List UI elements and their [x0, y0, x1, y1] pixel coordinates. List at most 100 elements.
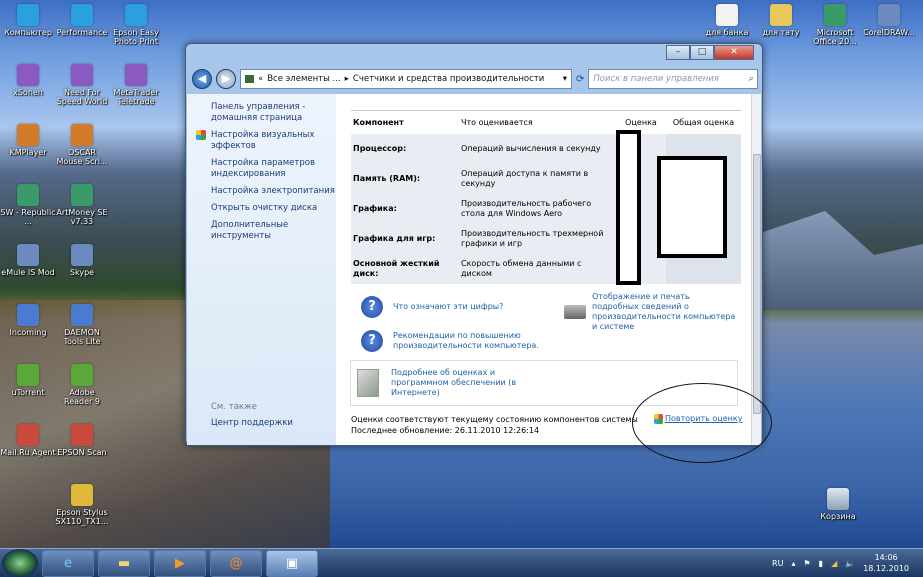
maximize-button[interactable]: □ [690, 45, 714, 60]
network-icon[interactable]: ◢ [831, 559, 837, 568]
link-more-online[interactable]: Подробнее об оценках и программном обесп… [391, 368, 526, 398]
hand-drawn-circle-annotation [632, 383, 772, 463]
clock[interactable]: 14:06 18.12.2010 [863, 552, 909, 574]
desktop-icon[interactable]: CorelDRAW... [862, 4, 916, 64]
desktop-icon-label: ArtMoney SE v7.33 [56, 208, 108, 226]
desktop-icon[interactable]: xSonen [0, 64, 56, 124]
refresh-icon[interactable]: ⟳ [576, 74, 584, 85]
desktop-icon[interactable]: Performance [54, 4, 110, 64]
component-description: Операций доступа к памяти в секунду [459, 164, 616, 194]
desktop-icon-label: SW - Republic ... [0, 208, 56, 226]
app-icon [71, 424, 93, 446]
breadcrumb-performance[interactable]: Счетчики и средства производительности [353, 74, 544, 84]
component-description: Операций вычисления в секунду [459, 134, 616, 164]
action-center-flag-icon[interactable]: ⚑ [803, 559, 810, 568]
link-print-details[interactable]: Отображение и печать подробных сведений … [592, 292, 737, 332]
link-cp-home[interactable]: Панель управления - домашняя страница [211, 102, 336, 124]
status-text: Оценки соответствуют текущему состоянию … [351, 415, 638, 424]
taskbar-ie[interactable]: e [42, 549, 94, 577]
desktop-icon[interactable]: OSCAR Mouse Scri... [54, 124, 110, 184]
taskbar-explorer[interactable]: ▬ [98, 549, 150, 577]
app-icon [71, 244, 93, 266]
printer-icon [564, 305, 586, 319]
desktop-icon[interactable]: ArtMoney SE v7.33 [54, 184, 110, 244]
language-indicator[interactable]: RU [772, 559, 783, 568]
desktop-icon[interactable]: Epson Easy Photo Print [108, 4, 164, 64]
desktop-icon-label: EPSON Scan [57, 448, 107, 457]
vertical-scrollbar[interactable] [751, 94, 761, 445]
power-icon[interactable]: ▮ [819, 559, 823, 568]
link-indexing[interactable]: Настройка параметров индексирования [211, 158, 336, 180]
desktop-column-3: Epson Easy Photo Print MetaTrader Teletra… [108, 4, 164, 124]
link-what-numbers[interactable]: Что означают эти цифры? [393, 302, 503, 312]
system-tray: RU ▴ ⚑ ▮ ◢ 🔈 14:06 18.12.2010 [772, 552, 923, 574]
desktop-icon[interactable]: uTorrent [0, 364, 56, 424]
desktop-icon[interactable]: Mail.Ru Agent [0, 424, 56, 484]
desktop-icon-label: eMule IS Mod [1, 268, 55, 277]
desktop-icon-label: Компьютер [4, 28, 52, 37]
show-hidden-icons[interactable]: ▴ [791, 559, 795, 568]
taskbar-media-player[interactable]: ▶ [154, 549, 206, 577]
mail-agent-icon: @ [229, 555, 243, 571]
link-action-center[interactable]: Центр поддержки [211, 418, 293, 428]
search-input[interactable]: Поиск в панели управления ⌕ [588, 69, 758, 89]
desktop-icon[interactable]: eMule IS Mod [0, 244, 56, 304]
desktop-icon[interactable]: Skype [54, 244, 110, 304]
app-icon [17, 364, 39, 386]
desktop-icon[interactable]: Компьютер [0, 4, 56, 64]
desktop-icon-label: Epson Easy Photo Print [113, 28, 159, 46]
component-description: Производительность трехмерной графики и … [459, 224, 616, 254]
back-button[interactable]: ◀ [192, 69, 212, 89]
link-advanced-tools[interactable]: Дополнительные инструменты [211, 220, 336, 242]
desktop-icon[interactable]: Need For Speed World [54, 64, 110, 124]
breadcrumb[interactable]: « Все элементы ... ▸ Счетчики и средства… [240, 69, 572, 89]
app-icon [770, 4, 792, 26]
forward-button[interactable]: ▶ [216, 69, 236, 89]
desktop-icon-label: Microsoft Office 20... [813, 28, 857, 46]
app-icon [17, 244, 39, 266]
volume-icon[interactable]: 🔈 [845, 559, 855, 568]
desktop-icon-label: Incoming [9, 328, 47, 337]
chevron-down-icon[interactable]: ▾ [563, 74, 567, 84]
desktop-column-1: Компьютер xSonen KMPlayer SW - Republic ...… [0, 4, 56, 484]
desktop-icon[interactable]: EPSON Scan [54, 424, 110, 484]
desktop-icon[interactable]: MetaTrader Teletrade [108, 64, 164, 124]
start-button[interactable] [2, 549, 38, 577]
search-icon: ⌕ [748, 74, 753, 84]
scrollbar-thumb[interactable] [753, 154, 761, 414]
taskbar-mail-agent[interactable]: @ [210, 549, 262, 577]
control-panel-icon [245, 75, 254, 83]
component-name: Процессор: [351, 134, 459, 164]
app-icon [17, 4, 39, 26]
desktop-icon[interactable]: Microsoft Office 20... [808, 4, 862, 64]
last-updated: Последнее обновление: 26.11.2010 12:26:1… [351, 426, 540, 435]
desktop-icon[interactable]: Adobe Reader 9 [54, 364, 110, 424]
minimize-button[interactable]: – [666, 45, 690, 60]
subscore-redacted-box [616, 130, 641, 285]
link-power[interactable]: Настройка электропитания [211, 186, 336, 197]
desktop-icon-recycle-bin[interactable]: Корзина [810, 488, 866, 548]
app-icon [71, 124, 93, 146]
app-icon [71, 64, 93, 86]
app-icon [17, 304, 39, 326]
desktop-icon[interactable]: KMPlayer [0, 124, 56, 184]
breadcrumb-all-items[interactable]: Все элементы ... [267, 74, 340, 84]
app-icon [71, 304, 93, 326]
base-score-cell [666, 254, 741, 284]
taskbar-control-panel[interactable]: ▣ [266, 549, 318, 577]
link-disk-cleanup[interactable]: Открыть очистку диска [211, 203, 336, 214]
app-icon [71, 484, 93, 506]
shield-icon [196, 130, 206, 140]
desktop-icon[interactable]: SW - Republic ... [0, 184, 56, 244]
link-tips[interactable]: Рекомендации по повышению производительн… [393, 331, 543, 351]
component-name: Память (RAM): [351, 164, 459, 194]
close-button[interactable]: ✕ [714, 45, 754, 60]
desktop-icon-label: Mail.Ru Agent [0, 448, 56, 457]
desktop-icon[interactable]: Epson Stylus SX110_TX1... [54, 484, 110, 544]
wallpaper-mountain [760, 211, 923, 310]
desktop-icon-label: DAEMON Tools Lite [63, 328, 101, 346]
desktop-icon[interactable]: Incoming [0, 304, 56, 364]
desktop-icon[interactable]: DAEMON Tools Lite [54, 304, 110, 364]
link-visual-effects[interactable]: Настройка визуальных эффектов [211, 130, 314, 151]
component-description: Скорость обмена данными с диском [459, 254, 616, 284]
